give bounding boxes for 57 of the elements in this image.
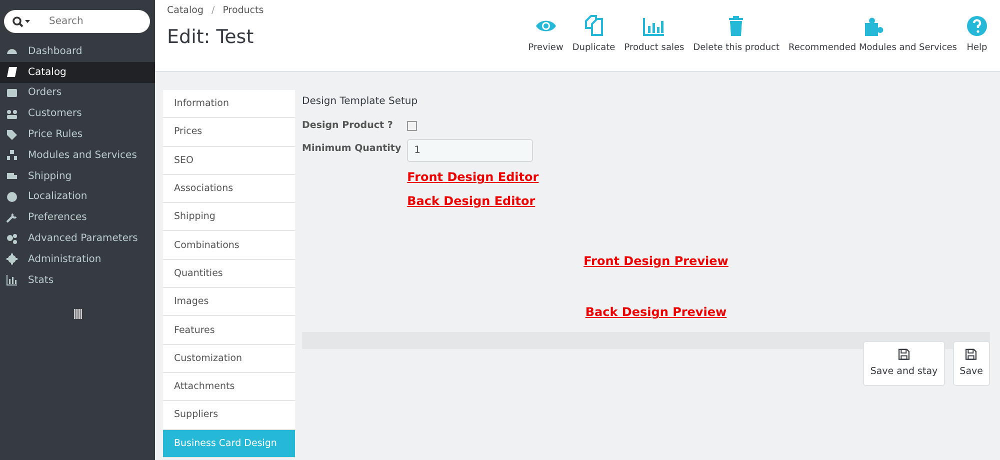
field-label: Minimum Quantity <box>302 142 402 156</box>
toolbar-button[interactable]: Product sales <box>624 14 684 55</box>
field-label: Design Product ? <box>302 119 393 133</box>
tab[interactable]: Prices <box>163 118 295 147</box>
search-icon[interactable] <box>12 16 31 28</box>
sidebar-item[interactable]: Customers <box>0 103 155 124</box>
tab[interactable]: Information <box>163 90 295 118</box>
section-heading: Design Template Setup <box>302 95 419 109</box>
tab[interactable]: Customization <box>163 344 295 373</box>
toolbar-button[interactable]: Delete this product <box>693 14 780 55</box>
tab[interactable]: Features <box>163 316 295 345</box>
sitemap-icon <box>6 149 18 162</box>
sidebar-item[interactable]: Price Rules <box>0 124 155 145</box>
tab[interactable]: SEO <box>163 146 295 175</box>
preview-link[interactable]: Back Design Preview <box>585 303 727 322</box>
save-button[interactable]: Save and stay <box>863 341 945 386</box>
quantity-field[interactable]: 1 <box>407 139 534 162</box>
bar-chart-icon <box>6 274 18 286</box>
help-icon <box>966 14 988 36</box>
tab[interactable]: Images <box>163 288 295 316</box>
tab[interactable]: Attachments <box>163 372 295 402</box>
book-icon <box>6 66 18 78</box>
toolbar-button[interactable]: Duplicate <box>572 14 616 55</box>
save-button[interactable]: Save <box>952 341 990 386</box>
breadcrumb-link[interactable]: Catalog <box>167 4 204 18</box>
toolbar-button[interactable]: Help <box>966 14 988 55</box>
tab[interactable]: Combinations <box>163 231 295 260</box>
sidebar-item[interactable]: Dashboard <box>0 41 155 62</box>
page-title: Edit: Test <box>167 25 255 50</box>
sidebar-item[interactable]: Stats <box>0 270 155 291</box>
breadcrumb-separator: / <box>211 4 215 18</box>
card-icon <box>6 86 18 99</box>
editor-link[interactable]: Back Design Editor <box>407 192 539 210</box>
toolbar-button[interactable]: Preview <box>528 14 564 55</box>
tab[interactable]: Shipping <box>163 203 295 232</box>
wrench-icon <box>6 212 18 224</box>
sidebar-item[interactable]: Modules and Services <box>0 144 155 166</box>
sidebar-item[interactable]: Catalog <box>0 62 155 83</box>
breadcrumb-link[interactable]: Products <box>222 4 264 18</box>
tab[interactable]: Associations <box>163 174 295 204</box>
preview-link[interactable]: Front Design Preview <box>584 252 728 270</box>
sidebar-item[interactable]: Shipping <box>0 166 155 187</box>
tab[interactable]: Quantities <box>163 260 295 288</box>
checkbox[interactable] <box>406 121 417 132</box>
tab[interactable]: Suppliers <box>163 401 295 430</box>
people-icon <box>6 108 18 120</box>
toolbar-button[interactable]: Recommended Modules and Services <box>788 14 957 55</box>
collapse-icon[interactable] <box>74 308 82 319</box>
sidebar-item[interactable]: Orders <box>0 82 155 104</box>
editor-link[interactable]: Front Design Editor <box>407 168 539 186</box>
search-field[interactable]: Search <box>4 10 150 33</box>
sidebar-item[interactable]: Advanced Parameters <box>0 228 155 249</box>
copy-icon <box>582 14 605 36</box>
sidebar-item[interactable]: Localization <box>0 186 155 208</box>
sidebar-item[interactable]: Preferences <box>0 207 155 228</box>
sidebar-item[interactable]: Administration <box>0 248 155 270</box>
tag-icon <box>6 128 18 141</box>
